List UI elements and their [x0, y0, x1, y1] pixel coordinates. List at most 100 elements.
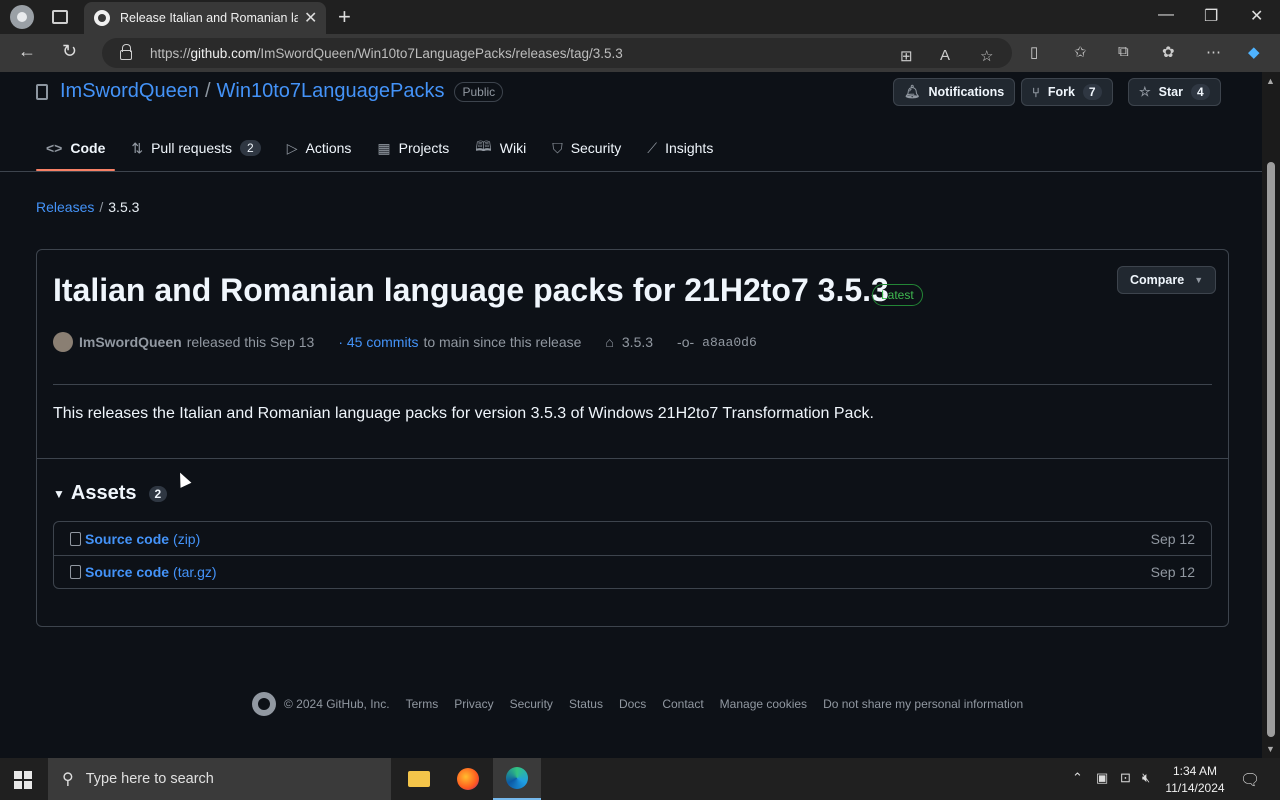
close-tab-icon[interactable]: ✕ — [304, 8, 317, 28]
firefox-app[interactable] — [444, 758, 492, 800]
repo-header: ImSwordQueen / Win10to7LanguagePacks Pub… — [36, 80, 504, 103]
tray-app-icon[interactable]: ▣ — [1096, 770, 1108, 786]
breadcrumb-sep: / — [99, 199, 104, 215]
commits-tail: to main since this release — [423, 334, 582, 350]
footer-link-terms[interactable]: Terms — [406, 697, 439, 711]
commits-link[interactable]: · 45 commits — [338, 334, 418, 350]
copilot-icon[interactable]: ◆ — [1248, 43, 1260, 61]
tab-wiki-label: Wiki — [499, 140, 527, 156]
tab-code-label: Code — [70, 140, 106, 156]
taskbar-clock[interactable]: 1:34 AM 11/14/2024 — [1160, 763, 1230, 797]
tab-pull-requests[interactable]: ⇅ Pull requests 2 — [121, 128, 270, 168]
repo-owner-link[interactable]: ImSwordQueen — [60, 80, 199, 103]
release-description: This releases the Italian and Romanian l… — [53, 405, 874, 422]
new-tab-icon[interactable]: + — [338, 4, 351, 30]
close-window-icon[interactable]: ✕ — [1250, 6, 1263, 26]
file-zip-icon — [70, 531, 81, 546]
network-icon[interactable]: ⊡ — [1120, 770, 1131, 786]
fork-button[interactable]: ⑂ Fork 7 — [1021, 78, 1113, 106]
notifications-button[interactable]: 🔔︎ Notifications — [893, 78, 1016, 106]
refresh-icon[interactable]: ↻ — [62, 41, 77, 62]
file-explorer-app[interactable] — [395, 758, 443, 800]
author-avatar[interactable] — [53, 332, 73, 352]
tab-security[interactable]: ⛉ Security — [542, 128, 631, 168]
compare-button[interactable]: Compare ▼ — [1117, 266, 1217, 294]
breadcrumb-releases-link[interactable]: Releases — [36, 199, 94, 215]
tab-actions[interactable]: ▷ Actions — [277, 128, 362, 168]
back-icon[interactable]: ← — [18, 41, 36, 62]
asset-row[interactable]: Source code (zip) Sep 12 — [54, 522, 1211, 555]
scroll-down-icon[interactable]: ▼ — [1266, 744, 1275, 754]
tab-insights[interactable]: ⟋ Insights — [637, 128, 723, 168]
github-page: ImSwordQueen / Win10to7LanguagePacks Pub… — [0, 72, 1262, 758]
footer-link-do-not-share[interactable]: Do not share my personal information — [823, 697, 1023, 711]
browser-tab-active[interactable]: Release Italian and Romanian lan ✕ — [84, 2, 326, 34]
minimize-icon[interactable]: — — [1158, 6, 1174, 24]
footer-link-manage-cookies[interactable]: Manage cookies — [720, 697, 807, 711]
tray-chevron-up-icon[interactable]: ⌃ — [1072, 770, 1083, 786]
asset-name[interactable]: Source code — [85, 564, 169, 580]
extension-icon[interactable]: ✿ — [1162, 43, 1175, 61]
footer-link-privacy[interactable]: Privacy — [454, 697, 493, 711]
collections-icon[interactable]: ⧉ — [1118, 43, 1129, 60]
latest-badge: Latest — [872, 284, 923, 306]
app-available-icon[interactable]: ⊞ — [900, 47, 913, 65]
notification-center-icon[interactable]: 🗨︎ — [1240, 770, 1260, 790]
url-text[interactable]: https://github.com/ImSwordQueen/Win10to7… — [150, 46, 623, 61]
notifications-label: Notifications — [928, 85, 1005, 99]
visibility-badge: Public — [454, 81, 504, 102]
profile-avatar-icon[interactable] — [10, 5, 34, 29]
fork-label: Fork — [1047, 85, 1075, 99]
star-icon: ☆ — [1139, 84, 1151, 99]
commit-link[interactable]: -o-a8aa0d6 — [677, 334, 757, 350]
more-menu-icon[interactable]: ⋯ — [1206, 43, 1221, 61]
url-bar[interactable]: https://github.com/ImSwordQueen/Win10to7… — [102, 38, 1012, 68]
commit-icon: -o- — [677, 334, 695, 350]
tab-wiki[interactable]: 🕮︎ Wiki — [465, 128, 536, 168]
compare-label: Compare — [1130, 273, 1185, 287]
asset-name[interactable]: Source code — [85, 531, 169, 547]
footer-link-security[interactable]: Security — [510, 697, 553, 711]
tab-insights-label: Insights — [665, 140, 714, 156]
asset-date: Sep 12 — [1150, 564, 1195, 580]
footer-link-contact[interactable]: Contact — [662, 697, 703, 711]
tab-actions-icon[interactable] — [52, 10, 68, 24]
author-link[interactable]: ImSwordQueen — [79, 334, 182, 350]
assets-toggle[interactable]: ▼ Assets 2 — [53, 482, 168, 505]
asset-ext[interactable]: (tar.gz) — [173, 564, 217, 580]
tag-link[interactable]: ⌂ 3.5.3 — [605, 334, 653, 350]
breadcrumb: Releases /3.5.3 — [36, 199, 139, 215]
footer-link-status[interactable]: Status — [569, 697, 603, 711]
table-icon: ▦ — [377, 139, 391, 156]
split-screen-icon[interactable]: ▯ — [1030, 43, 1038, 61]
star-button[interactable]: ☆ Star 4 — [1128, 78, 1221, 106]
tab-projects[interactable]: ▦ Projects — [367, 128, 459, 168]
browser-titlebar: Release Italian and Romanian lan ✕ + — ❐… — [0, 0, 1280, 34]
windows-start-icon[interactable] — [14, 771, 32, 789]
repo-name-link[interactable]: Win10to7LanguagePacks — [217, 80, 445, 103]
footer-link-docs[interactable]: Docs — [619, 697, 646, 711]
page-scrollbar[interactable]: ▲ ▼ — [1262, 72, 1280, 758]
asset-row[interactable]: Source code (tar.gz) Sep 12 — [54, 555, 1211, 588]
edge-app[interactable] — [493, 758, 541, 800]
scroll-thumb[interactable] — [1267, 162, 1275, 737]
commit-sha: a8aa0d6 — [702, 334, 757, 350]
volume-muted-icon[interactable]: 🔇︎ — [1142, 770, 1150, 786]
read-aloud-icon[interactable]: A — [940, 47, 950, 64]
favorites-icon[interactable]: ✩ — [1074, 43, 1087, 61]
github-logo-icon[interactable] — [252, 692, 276, 716]
tag-icon: ⌂ — [605, 334, 614, 350]
release-card: Italian and Romanian language packs for … — [36, 249, 1229, 627]
tab-title: Release Italian and Romanian lan — [120, 11, 298, 25]
restore-icon[interactable]: ❐ — [1204, 6, 1218, 26]
release-divider — [53, 384, 1212, 385]
tab-code[interactable]: <> Code — [36, 128, 116, 171]
asset-ext[interactable]: (zip) — [173, 531, 200, 547]
release-title: Italian and Romanian language packs for … — [53, 272, 889, 308]
scroll-up-icon[interactable]: ▲ — [1266, 76, 1275, 86]
shield-icon: ⛉ — [552, 139, 563, 156]
taskbar-search[interactable]: ⚲ Type here to search — [48, 758, 391, 800]
address-toolbar: ← ↻ https://github.com/ImSwordQueen/Win1… — [0, 34, 1280, 72]
github-favicon-icon — [94, 10, 110, 26]
favorite-star-icon[interactable]: ☆ — [980, 47, 993, 65]
